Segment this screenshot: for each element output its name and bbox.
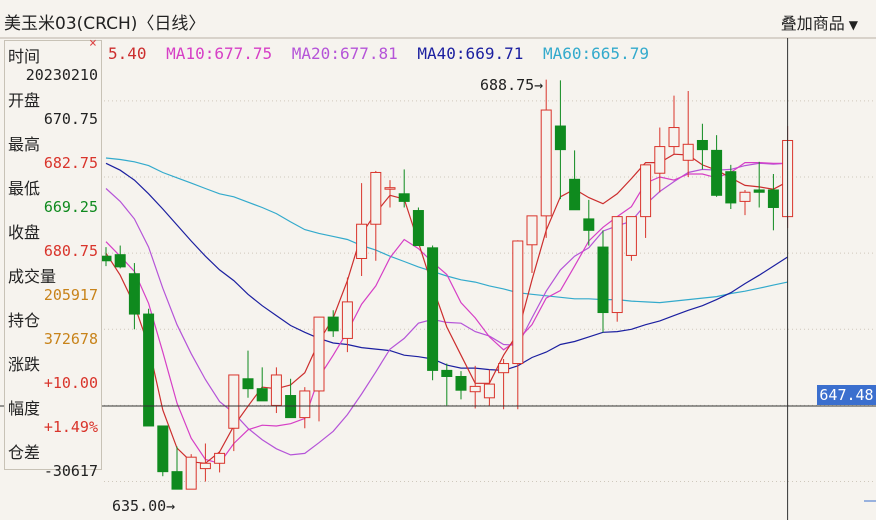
close-value: 680.75 [43,242,98,260]
candle-body [427,247,439,371]
candle-body [412,210,424,247]
candle-body [341,301,353,339]
ma10-legend: MA10:677.75 [166,44,273,63]
candle-body [668,127,680,148]
candle-body [384,187,396,190]
candle-body [185,456,197,490]
candle-body [356,223,368,259]
candle-body [370,171,382,225]
time-label: 时间 [8,47,41,66]
candle-6 [185,454,197,490]
low-price-marker: 635.00→ [112,497,176,515]
candle-4 [157,425,169,477]
candle-body [696,139,708,151]
change-value: +10.00 [43,374,98,392]
candle-body [739,191,751,202]
candle-22 [412,207,424,247]
candle-body [540,109,552,217]
high-value: 682.75 [43,154,98,172]
candle-body [100,255,112,262]
close-label: 收盘 [8,223,41,242]
open-label: 开盘 [8,91,41,110]
candle-body [228,374,240,429]
candle-body [654,146,666,174]
candle-body [483,383,495,399]
candle-body [143,313,155,427]
candle-body [554,125,566,151]
candle-body [512,240,524,365]
candle-37 [625,216,637,261]
high-price-marker: 688.75→ [480,76,544,94]
candle-body [313,316,325,392]
percent-value: +1.49% [43,418,98,436]
ma20-legend: MA20:677.81 [291,44,398,63]
candle-body [214,452,226,464]
candlestick-chart[interactable] [0,0,876,520]
candle-body [128,273,140,315]
candle-body [682,143,694,161]
candle-body [526,215,538,246]
candle-body [498,363,510,374]
candle-44 [725,164,737,210]
candle-body [327,316,339,332]
overlay-commodity-button[interactable]: 叠加商品 ▼ [781,10,858,34]
crosshair-price-tag: 647.48 [817,385,876,405]
volume-value: 205917 [43,286,98,304]
overlay-label: 叠加商品 [780,14,845,33]
ma5-legend: 5.40 [108,44,147,63]
candle-body [767,189,779,208]
low-value: 669.25 [43,198,98,216]
ma40-legend: MA40:669.71 [417,44,524,63]
candle-body [625,216,637,256]
ma-legend: 5.40 MA10:677.75 MA20:677.81 MA40:669.71… [108,44,659,63]
open-interest-value: 372678 [43,330,98,348]
candle-body [611,216,623,314]
candle-body [469,385,481,393]
dropdown-arrow-icon: ▼ [848,18,858,32]
candle-body [270,374,282,406]
percent-label: 幅度 [8,399,41,418]
candle-body [569,178,581,211]
change-label: 涨跌 [8,355,41,374]
candle-body [711,149,723,196]
candle-body [157,425,169,473]
candle-body [285,395,297,419]
candle-body [597,246,609,314]
chart-stage[interactable]: 美玉米03(CRCH)〈日线〉 叠加商品 ▼ 5.40 MA10:677.75 M… [0,0,876,520]
high-label: 最高 [8,135,41,154]
chart-title: 美玉米03(CRCH)〈日线〉 [4,14,206,34]
volume-label: 成交量 [8,267,57,286]
candle-body [171,471,183,490]
candle-body [725,171,737,204]
candle-body [299,390,311,419]
candle-body [242,378,254,390]
candle-23 [427,245,439,381]
open-interest-label: 持仓 [8,311,41,330]
low-label: 最低 [8,179,41,198]
candle-body [455,375,467,391]
candle-body [256,388,268,402]
ma60-legend: MA60:665.79 [543,44,649,63]
candle-36 [611,216,623,322]
candle-body [441,369,453,377]
close-info-icon[interactable]: × [89,36,97,51]
oi-change-value: -30617 [43,462,98,480]
oi-change-label: 仓差 [8,443,41,462]
candle-body [640,164,652,218]
open-value: 670.75 [43,110,98,128]
candle-body [753,189,765,193]
time-value: 20230210 [25,66,98,84]
candle-body [398,193,410,202]
data-info-panel: 时间 20230210 开盘 670.75 最高 682.75 最低 669.2… [4,40,102,480]
candle-3 [143,308,155,427]
candle-body [199,462,211,470]
candle-body [583,218,595,231]
candle-body [114,254,126,268]
